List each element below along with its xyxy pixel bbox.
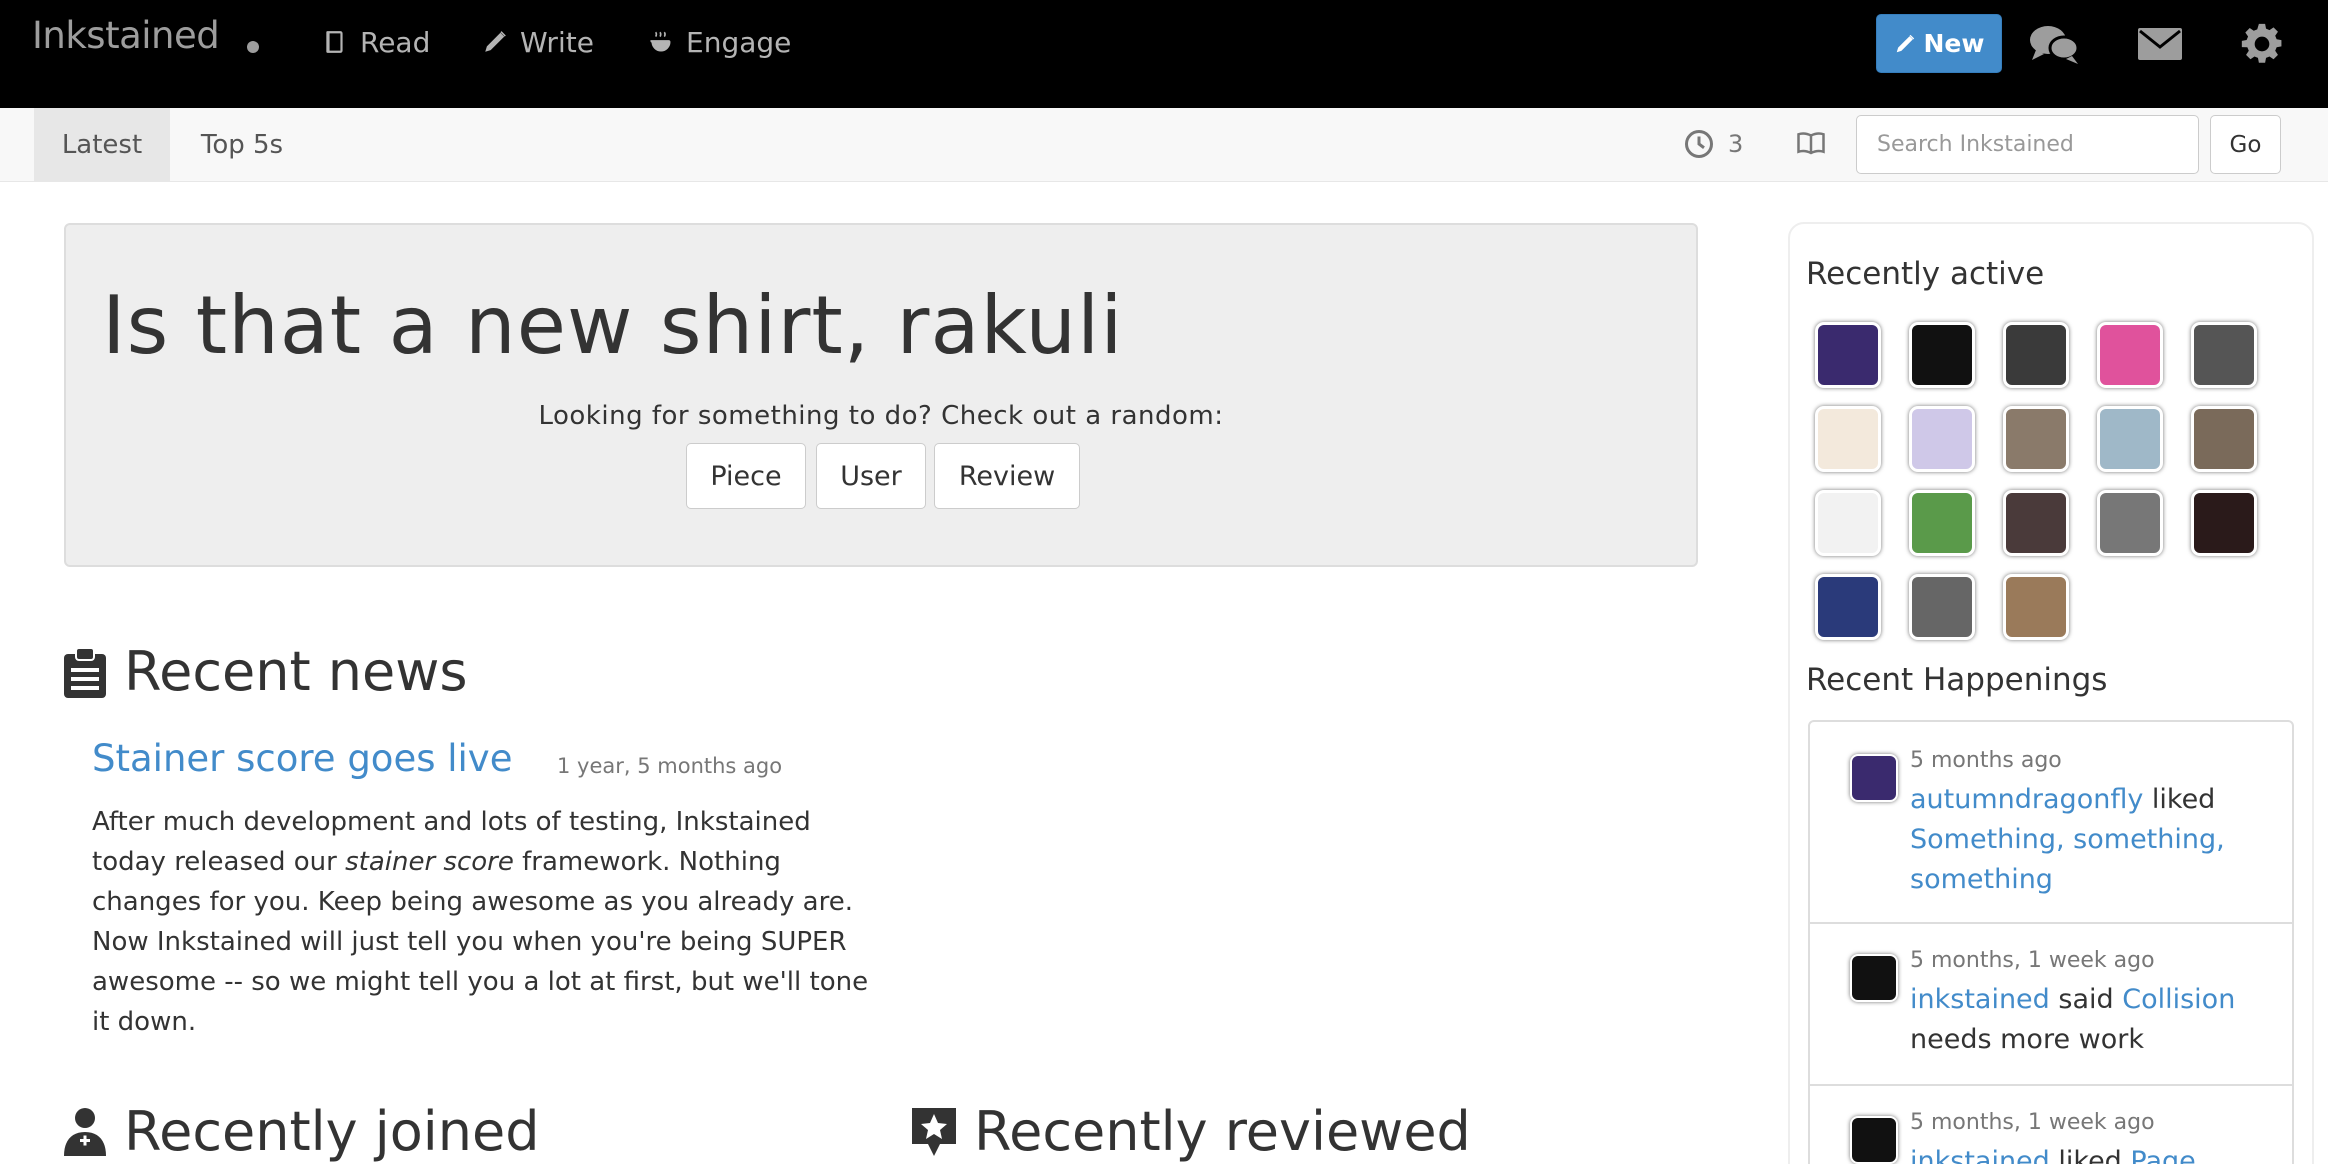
avatar[interactable] (2191, 490, 2257, 556)
recently-reviewed-title: Recently reviewed (974, 1100, 1471, 1163)
recent-happenings-panel: 5 months ago autumndragonfly liked Somet… (1808, 720, 2294, 1164)
nav-engage-label: Engage (686, 25, 792, 59)
happening-text: inkstained said Collision needs more wor… (1910, 980, 2240, 1060)
avatar[interactable] (1909, 322, 1975, 388)
clock-counter[interactable]: 3 (1684, 126, 1743, 162)
book-icon (326, 31, 343, 53)
avatar[interactable] (1815, 322, 1881, 388)
open-book-icon[interactable] (1796, 128, 1826, 158)
new-button[interactable]: New (1876, 14, 2002, 73)
happening-user-link[interactable]: autumndragonfly (1910, 784, 2143, 815)
search-input[interactable] (1856, 115, 2199, 174)
recently-reviewed-heading: Recently reviewed (910, 1100, 1471, 1163)
recently-joined-title: Recently joined (124, 1100, 540, 1163)
happening-time: 5 months ago (1910, 748, 2062, 773)
happening-user-link[interactable]: inkstained (1910, 984, 2050, 1015)
brand-dot (247, 41, 259, 53)
happening-item: 5 months, 1 week ago inkstained said Col… (1810, 924, 2292, 1086)
avatar[interactable] (1909, 574, 1975, 640)
avatar[interactable] (1850, 754, 1898, 802)
nav-write-label: Write (520, 25, 594, 59)
welcome-jumbotron: Is that a new shirt, rakuli Looking for … (64, 223, 1698, 567)
avatar[interactable] (1815, 406, 1881, 472)
avatar[interactable] (2003, 490, 2069, 556)
nav-read[interactable]: Read (322, 20, 430, 64)
avatar[interactable] (1850, 954, 1898, 1002)
pencil-icon (485, 31, 506, 52)
envelope-icon[interactable] (2132, 20, 2188, 68)
go-button[interactable]: Go (2210, 115, 2281, 174)
happening-time: 5 months, 1 week ago (1910, 948, 2155, 973)
nav-engage[interactable]: Engage (648, 20, 791, 64)
random-prompt: Looking for something to do? Check out a… (538, 401, 1224, 431)
random-piece-button[interactable]: Piece (686, 443, 806, 509)
avatar[interactable] (2003, 322, 2069, 388)
happening-text: autumndragonfly liked Something, somethi… (1910, 780, 2240, 900)
random-review-button[interactable]: Review (934, 443, 1080, 509)
happening-target-link[interactable]: Collision (2122, 984, 2235, 1015)
happening-target-link[interactable]: Something, something, something (1910, 824, 2225, 895)
happening-text: inkstained liked Page (1910, 1142, 2240, 1164)
tab-latest[interactable]: Latest (34, 108, 170, 181)
clock-icon (1685, 130, 1713, 158)
recent-news-title: Recent news (124, 640, 468, 703)
happening-verb: liked (2049, 1146, 2131, 1164)
nav-write[interactable]: Write (482, 20, 594, 64)
news-body: After much development and lots of testi… (92, 802, 882, 1042)
avatar[interactable] (1815, 490, 1881, 556)
avatar[interactable] (1909, 406, 1975, 472)
avatar[interactable] (2003, 406, 2069, 472)
pencil-icon (1896, 34, 1914, 52)
recent-happenings-title: Recent Happenings (1806, 662, 2108, 698)
avatar[interactable] (2097, 406, 2163, 472)
welcome-title: Is that a new shirt, rakuli (102, 279, 1124, 372)
chat-bubbles-icon[interactable] (2026, 20, 2082, 68)
news-title-link[interactable]: Stainer score goes live (92, 737, 512, 780)
avatar[interactable] (1815, 574, 1881, 640)
happening-tail: needs more work (1910, 1024, 2144, 1055)
avatar[interactable] (1909, 490, 1975, 556)
cup-icon (650, 31, 671, 52)
happening-item: 5 months, 1 week ago inkstained liked Pa… (1810, 1086, 2292, 1164)
avatar[interactable] (2097, 490, 2163, 556)
happening-target-link[interactable]: Page (2130, 1146, 2195, 1164)
avatar[interactable] (1850, 1116, 1898, 1164)
top-navbar: Inkstained Read Write Engage New (0, 0, 2328, 108)
recently-joined-heading: Recently joined (62, 1100, 540, 1163)
new-button-label: New (1923, 29, 1985, 58)
random-user-button[interactable]: User (816, 443, 926, 509)
user-add-icon (64, 1107, 106, 1156)
avatar[interactable] (2191, 322, 2257, 388)
news-body-emphasis: stainer score (345, 847, 514, 877)
gear-icon[interactable] (2234, 20, 2290, 68)
avatar[interactable] (2191, 406, 2257, 472)
nav-read-label: Read (360, 25, 431, 59)
recently-active-title: Recently active (1806, 256, 2045, 292)
happening-time: 5 months, 1 week ago (1910, 1110, 2155, 1135)
avatar[interactable] (2003, 574, 2069, 640)
avatar[interactable] (2097, 322, 2163, 388)
news-timestamp: 1 year, 5 months ago (557, 754, 783, 778)
happening-user-link[interactable]: inkstained (1910, 1146, 2050, 1164)
clock-count: 3 (1728, 130, 1744, 158)
recent-news-heading: Recent news (62, 640, 468, 703)
star-badge-icon (912, 1107, 956, 1156)
happening-item: 5 months ago autumndragonfly liked Somet… (1810, 722, 2292, 924)
clipboard-icon (64, 646, 106, 698)
brand-logo[interactable]: Inkstained (32, 14, 220, 57)
tab-top-5s[interactable]: Top 5s (170, 108, 314, 181)
happening-verb: liked (2143, 784, 2216, 815)
happening-verb: said (2049, 984, 2123, 1015)
